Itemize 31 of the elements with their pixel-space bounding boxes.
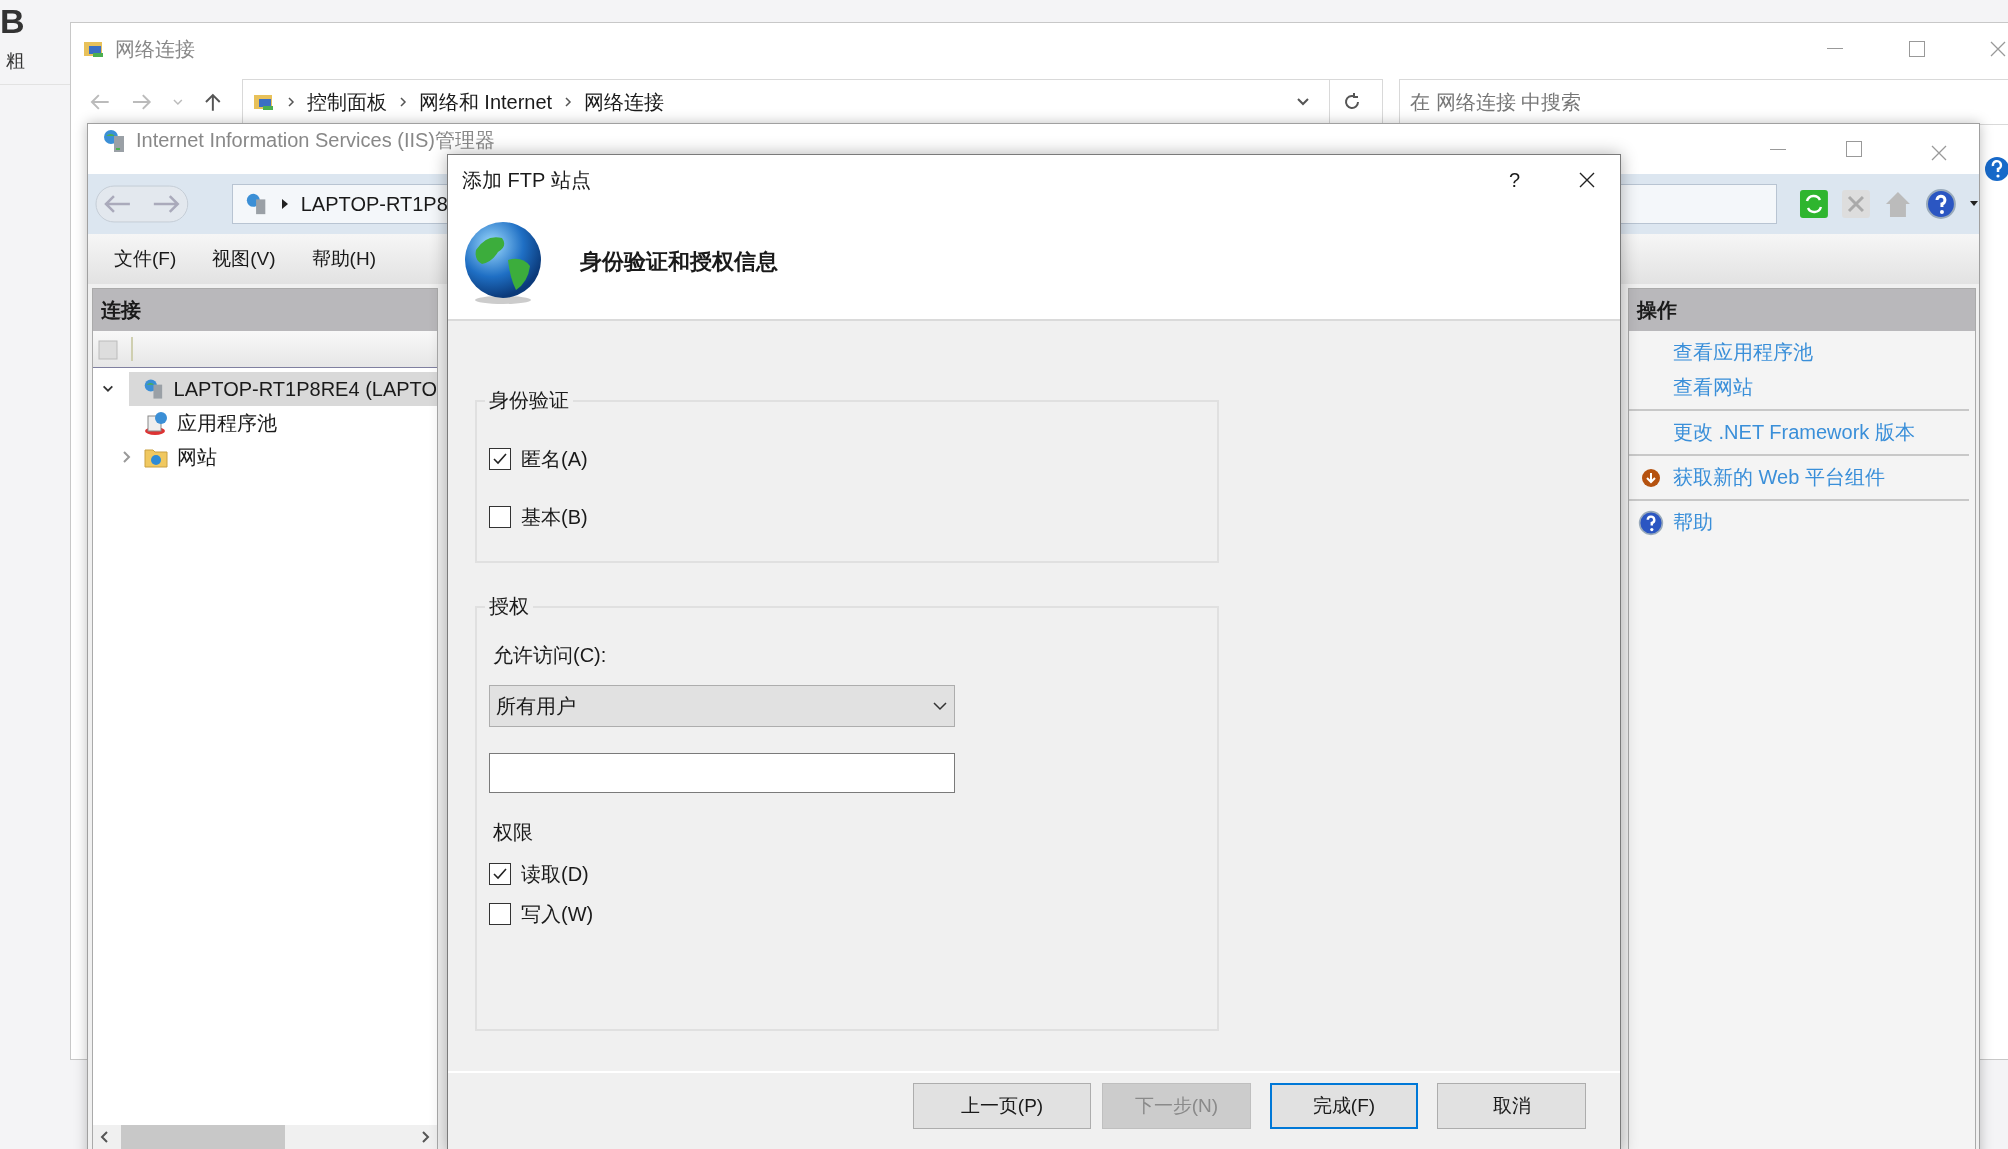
dialog-heading: 身份验证和授权信息 bbox=[580, 248, 778, 276]
wizard-button[interactable]: 取消 bbox=[1437, 1083, 1586, 1129]
field-label: 允许访问(C): bbox=[492, 643, 608, 668]
group-title: 身份验证 bbox=[488, 388, 570, 413]
menu-item[interactable]: 视图(V) bbox=[212, 246, 276, 272]
window-title: 网络连接 bbox=[115, 36, 195, 62]
help-button[interactable]: ? bbox=[1508, 168, 1520, 192]
breadcrumb-item[interactable]: 网络和 Internet bbox=[418, 88, 553, 116]
search-field[interactable]: 在 网络连接 中搜索 bbox=[1399, 79, 2008, 125]
checkbox-label[interactable]: 写入(W) bbox=[521, 900, 594, 928]
window-title: Internet Information Services (IIS)管理器 bbox=[136, 129, 495, 151]
bold-key-icon[interactable]: B bbox=[0, 4, 25, 38]
address-text: LAPTOP-RT1P8 bbox=[300, 192, 448, 216]
breadcrumb-item[interactable]: 网络连接 bbox=[584, 88, 665, 116]
tree-item[interactable]: 应用程序池 bbox=[93, 406, 437, 440]
breadcrumb-item[interactable]: 控制面板 bbox=[306, 88, 387, 116]
toolbar-label: 粗 bbox=[6, 49, 25, 73]
field-label: 权限 bbox=[492, 820, 534, 845]
tree-item[interactable]: 网站 bbox=[93, 440, 437, 474]
access-dropdown[interactable]: 所有用户 bbox=[489, 685, 955, 727]
panel-header: 操作 bbox=[1629, 289, 1975, 331]
group-title: 授权 bbox=[488, 594, 530, 619]
wizard-button[interactable]: 完成(F) bbox=[1270, 1083, 1418, 1129]
menu-item[interactable]: 文件(F) bbox=[114, 246, 177, 272]
wizard-button[interactable]: 上一页(P) bbox=[913, 1083, 1091, 1129]
checkbox-label[interactable]: 基本(B) bbox=[521, 503, 588, 531]
dialog-title: 添加 FTP 站点 bbox=[462, 167, 591, 193]
menu-item[interactable]: 帮助(H) bbox=[311, 246, 376, 272]
panel-header: 连接 bbox=[93, 289, 437, 331]
checkbox-label[interactable]: 读取(D) bbox=[521, 860, 589, 888]
checkbox-label[interactable]: 匿名(A) bbox=[521, 445, 588, 473]
